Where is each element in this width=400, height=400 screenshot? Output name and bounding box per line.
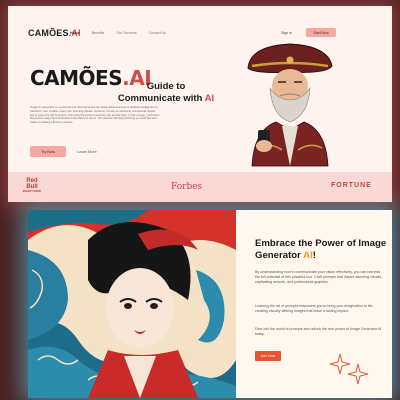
feature-paragraph-1: By understanding how to communicate your… — [255, 270, 383, 284]
redbull-logo: Red Bull ENERGY DRINK — [20, 178, 44, 193]
feature-title-line2: Generator AI! — [255, 250, 390, 262]
feature-title-end: ! — [312, 250, 316, 261]
nav-link-contact[interactable]: Contact Us — [149, 31, 166, 35]
sparkle-icon — [329, 353, 369, 385]
learn-more-link[interactable]: Learn More — [72, 146, 102, 157]
logo-text: CAMÕES — [28, 28, 69, 38]
feature-paragraph-2: Learning the art of prompts empowers you… — [255, 304, 374, 313]
nav-link-services[interactable]: Our Services — [116, 31, 136, 35]
hero-subtitle-line2-text: Communicate with — [117, 93, 203, 104]
feature-title: Embrace the Power of Image Generator AI! — [255, 238, 390, 262]
nav-link-benefits[interactable]: Benefits — [92, 31, 105, 35]
hero-subtitle-ai: AI — [204, 93, 215, 104]
nav-links: Home Benefits Our Services Contact Us — [70, 31, 166, 35]
start-now-button[interactable]: Start Now — [306, 28, 336, 37]
hero-subtitle-line1: Guide to — [146, 81, 186, 92]
brand-strip: Red Bull ENERGY DRINK Forbes FORTUNE — [8, 172, 392, 202]
hero-description: Image AI Generator is a powerful tool th… — [30, 105, 160, 125]
hero-title-text: CAMÕES — [30, 66, 123, 90]
feature-card: Embrace the Power of Image Generator AI!… — [28, 210, 392, 398]
redbull-tagline: ENERGY DRINK — [22, 190, 42, 193]
feature-title-line1: Embrace the Power of Image — [255, 238, 387, 249]
captain-portrait — [247, 43, 333, 167]
fortune-logo: FORTUNE — [331, 182, 372, 189]
join-now-button[interactable]: Join Now — [255, 351, 281, 361]
landing-hero-card: CAMÕES.AI Home Benefits Our Services Con… — [8, 6, 392, 202]
hero-subtitle: Guide to Communicate with AI — [116, 81, 216, 105]
sign-in-link[interactable]: Sign in — [281, 31, 292, 35]
geisha-wave-artwork — [28, 210, 236, 398]
forbes-logo: Forbes — [171, 182, 203, 192]
try-now-button[interactable]: Try Now — [30, 146, 66, 157]
feature-title-line2-text: Generator — [255, 250, 301, 261]
hero-subtitle-line2: Communicate with AI — [116, 93, 216, 105]
nav-link-home[interactable]: Home — [70, 31, 80, 35]
feature-title-ai: AI — [303, 250, 313, 261]
redbull-name: Red Bull — [26, 178, 38, 190]
feature-paragraph-3: Dive into the world of prompts and unloc… — [255, 327, 382, 336]
